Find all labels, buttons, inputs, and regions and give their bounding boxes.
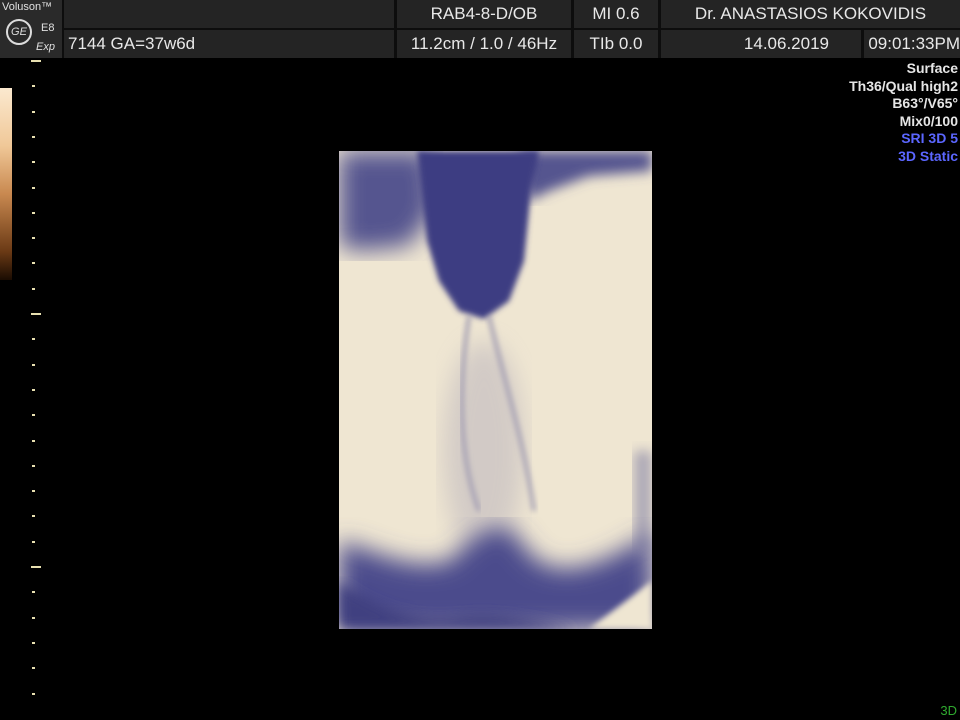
depth-scale-tick [32,439,35,442]
mix-readout: Mix0/100 [899,112,958,129]
mode-badge: 3D [940,703,957,718]
exam-time: 09:01:33PM [864,30,960,58]
depth-info: 11.2cm / 1.0 / 46Hz [397,30,571,58]
header-blank-cell [64,0,394,28]
depth-scale-tick [32,287,35,290]
depth-scale-tick [32,591,35,594]
depth-scale-tick [32,490,35,493]
depth-scale-tick [32,211,35,214]
sri-readout: SRI 3D 5 [901,130,958,146]
header-bar: Voluson™ GE E8 Exp 7144 GA=37w6d RAB4-8-… [0,0,960,58]
depth-scale-tick [32,414,35,417]
depth-scale-tick [32,692,35,695]
depth-scale-tick [32,363,35,366]
depth-scale-tick [32,540,35,543]
angle-readout: B63°/V65° [892,95,958,111]
depth-scale-tick [32,161,35,164]
color-map-bar [0,88,12,280]
rendered-volume-svg [339,151,652,629]
doctor-name: Dr. ANASTASIOS KOKOVIDIS [661,0,960,28]
render-mode: Surface [906,60,958,76]
model-sub-label: Exp [36,41,55,53]
depth-scale-tick [32,338,35,341]
depth-scale-tick [32,667,35,670]
depth-scale-tick [32,110,35,113]
depth-scale-tick [32,135,35,138]
acquisition-mode: 3D Static [898,147,958,164]
exam-date: 14.06.2019 [661,30,861,58]
depth-scale-tick [32,616,35,619]
depth-scale-tick [32,388,35,391]
depth-scale-tick [32,464,35,467]
ge-logo-icon: GE [6,19,32,45]
depth-scale-tick [32,85,35,88]
depth-scale-tick [32,515,35,518]
depth-scale-tick [32,237,35,240]
model-label: E8 [41,22,55,34]
depth-scale-tick [32,186,35,189]
threshold-quality: Th36/Qual high2 [849,77,958,94]
depth-scale-tick [32,641,35,644]
voluson-logo: Voluson™ GE E8 Exp [0,0,62,58]
depth-scale-major-tick [31,313,41,315]
imaging-parameters: Surface Th36/Qual high2 B63°/V65° Mix0/1… [849,60,958,165]
depth-scale-major-tick [31,60,41,62]
rendered-volume-image [339,151,652,629]
brand-label: Voluson™ [2,1,53,13]
depth-scale-major-tick [31,566,41,568]
mi-readout: MI 0.6 [574,0,658,28]
tib-readout: TIb 0.0 [574,30,658,58]
patient-info: 7144 GA=37w6d [64,30,394,58]
depth-scale-tick [32,262,35,265]
probe-label: RAB4-8-D/OB [397,0,571,28]
